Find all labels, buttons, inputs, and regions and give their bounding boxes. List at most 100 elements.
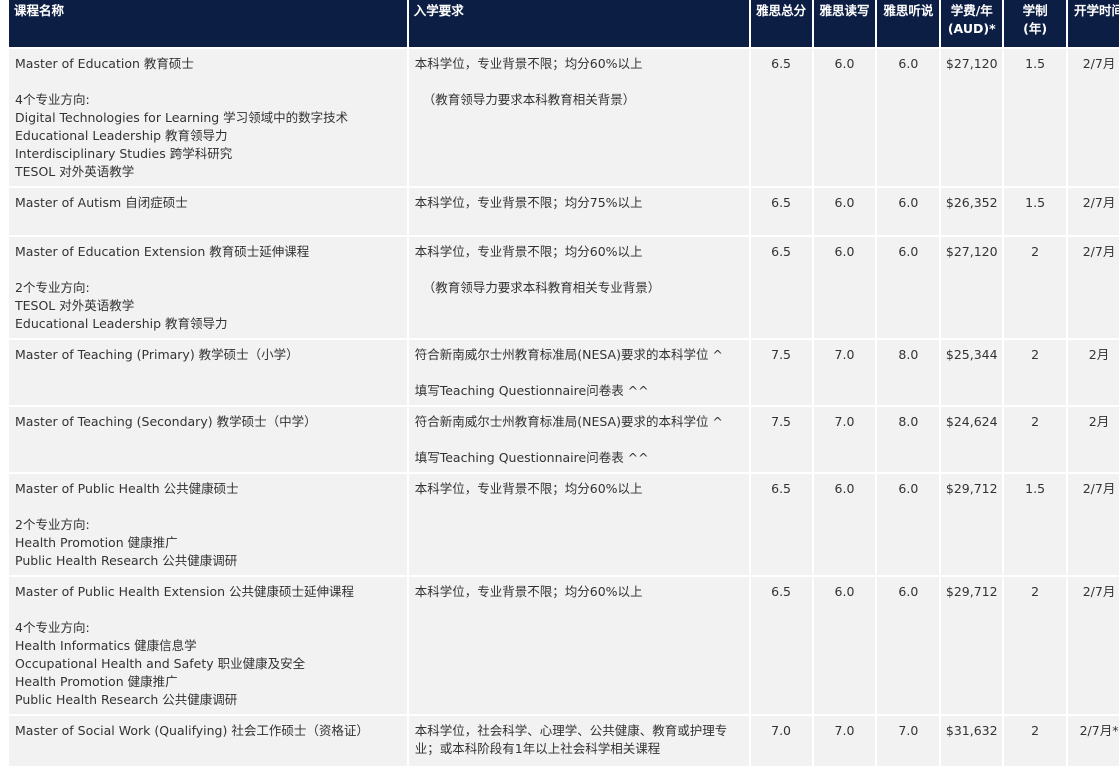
ielts-reading-writing-cell: 6.0 (813, 235, 876, 338)
specialization-label: 4个专业方向: (15, 620, 90, 635)
requirements-cell: 符合新南威尔士州教育标准局(NESA)要求的本科学位 ^ 填写Teaching Q… (408, 338, 749, 405)
specialization-item: Health Informatics 健康信息学 (15, 638, 197, 653)
specialization-item: Interdisciplinary Studies 跨学科研究 (15, 146, 233, 161)
ielts-listening-speaking-cell: 6.0 (877, 186, 940, 235)
duration-cell: 2 (1004, 338, 1067, 405)
table-row: Master of Social Work (Qualifying) 社会工作硕… (9, 714, 1119, 766)
tuition-cell: $26,352 (941, 186, 1003, 235)
table-row: Master of Public Health Extension 公共健康硕士… (9, 575, 1119, 714)
specialization-item: Health Promotion 健康推广 (15, 674, 178, 689)
ielts-reading-writing-cell: 6.0 (813, 472, 876, 575)
specialization-label: 4个专业方向: (15, 92, 90, 107)
specialization-item: Public Health Research 公共健康调研 (15, 553, 238, 568)
table-row: Master of Public Health 公共健康硕士 2个专业方向: Hea… (9, 472, 1119, 575)
requirements-cell: 本科学位，专业背景不限；均分60%以上 (408, 575, 749, 714)
requirement-note: 填写Teaching Questionnaire问卷表 ^^ (414, 383, 649, 398)
duration-cell: 1.5 (1004, 186, 1067, 235)
duration-cell: 2 (1004, 714, 1067, 766)
course-name-cell: Master of Public Health Extension 公共健康硕士… (9, 575, 407, 714)
start-date-cell: 2/7月 (1068, 47, 1119, 186)
course-title: Master of Teaching (Primary) 教学硕士（小学） (15, 347, 299, 362)
requirement-main: 本科学位，专业背景不限；均分75%以上 (414, 195, 643, 210)
course-name-cell: Master of Teaching (Secondary) 教学硕士（中学） (9, 405, 407, 472)
start-date-cell: 2/7月* (1068, 714, 1119, 766)
requirements-cell: 本科学位，专业背景不限；均分60%以上 （教育领导力要求本科教育相关背景） (408, 47, 749, 186)
tuition-cell: $29,712 (941, 575, 1003, 714)
requirements-cell: 本科学位，专业背景不限；均分75%以上 (408, 186, 749, 235)
ielts-listening-speaking-cell: 6.0 (877, 47, 940, 186)
header-requirements: 入学要求 (408, 0, 749, 47)
ielts-total-cell: 6.5 (750, 472, 812, 575)
table-row: Master of Teaching (Primary) 教学硕士（小学） 符合新… (9, 338, 1119, 405)
course-title: Master of Social Work (Qualifying) 社会工作硕… (15, 723, 369, 738)
ielts-listening-speaking-cell: 6.0 (877, 575, 940, 714)
start-date-cell: 2/7月 (1068, 472, 1119, 575)
table-row: Master of Education Extension 教育硕士延伸课程 2个… (9, 235, 1119, 338)
specialization-item: TESOL 对外英语教学 (15, 164, 135, 179)
header-tuition-line1: 学费/年 (950, 3, 993, 18)
start-date-cell: 2/7月 (1068, 575, 1119, 714)
course-name-cell: Master of Autism 自闭症硕士 (9, 186, 407, 235)
requirement-main: 本科学位，社会科学、心理学、公共健康、教育或护理专业；或本科阶段有1年以上社会科… (414, 723, 728, 756)
requirement-main: 本科学位，专业背景不限；均分60%以上 (414, 56, 643, 71)
course-name-cell: Master of Public Health 公共健康硕士 2个专业方向: Hea… (9, 472, 407, 575)
course-title: Master of Teaching (Secondary) 教学硕士（中学） (15, 414, 317, 429)
course-title: Master of Public Health 公共健康硕士 (15, 481, 239, 496)
start-date-cell: 2月 (1068, 338, 1119, 405)
specialization-item: Public Health Research 公共健康调研 (15, 692, 238, 707)
ielts-listening-speaking-cell: 8.0 (877, 338, 940, 405)
requirement-main: 符合新南威尔士州教育标准局(NESA)要求的本科学位 ^ (414, 414, 723, 429)
duration-cell: 2 (1004, 575, 1067, 714)
header-ielts-listening-speaking: 雅思听说 (877, 0, 940, 47)
header-start-date: 开学时间 (1068, 0, 1119, 47)
specialization-label: 2个专业方向: (15, 280, 90, 295)
ielts-listening-speaking-cell: 6.0 (877, 472, 940, 575)
header-tuition: 学费/年 (AUD)* (941, 0, 1003, 47)
course-title: Master of Public Health Extension 公共健康硕士… (15, 584, 355, 599)
table-header-row: 课程名称 入学要求 雅思总分 雅思读写 雅思听说 学费/年 (AUD)* 学制 … (9, 0, 1119, 47)
ielts-listening-speaking-cell: 8.0 (877, 405, 940, 472)
requirements-cell: 本科学位，专业背景不限；均分60%以上 （教育领导力要求本科教育相关专业背景） (408, 235, 749, 338)
header-duration-line2: (年) (1023, 21, 1048, 36)
requirement-note: （教育领导力要求本科教育相关专业背景） (422, 280, 661, 295)
requirements-cell: 本科学位，社会科学、心理学、公共健康、教育或护理专业；或本科阶段有1年以上社会科… (408, 714, 749, 766)
tuition-cell: $25,344 (941, 338, 1003, 405)
ielts-total-cell: 6.5 (750, 47, 812, 186)
specialization-item: Educational Leadership 教育领导力 (15, 128, 228, 143)
ielts-reading-writing-cell: 7.0 (813, 405, 876, 472)
course-title: Master of Autism 自闭症硕士 (15, 195, 188, 210)
requirement-note: 填写Teaching Questionnaire问卷表 ^^ (414, 450, 649, 465)
tuition-cell: $27,120 (941, 235, 1003, 338)
specialization-item: Health Promotion 健康推广 (15, 535, 178, 550)
ielts-total-cell: 6.5 (750, 235, 812, 338)
requirements-cell: 符合新南威尔士州教育标准局(NESA)要求的本科学位 ^ 填写Teaching Q… (408, 405, 749, 472)
requirement-main: 本科学位，专业背景不限；均分60%以上 (414, 244, 643, 259)
header-ielts-total: 雅思总分 (750, 0, 812, 47)
specialization-item: Occupational Health and Safety 职业健康及安全 (15, 656, 306, 671)
requirements-cell: 本科学位，专业背景不限；均分60%以上 (408, 472, 749, 575)
course-title: Master of Education Extension 教育硕士延伸课程 (15, 244, 310, 259)
ielts-listening-speaking-cell: 7.0 (877, 714, 940, 766)
header-duration: 学制 (年) (1004, 0, 1067, 47)
tuition-cell: $31,632 (941, 714, 1003, 766)
course-name-cell: Master of Education 教育硕士 4个专业方向: Digital T… (9, 47, 407, 186)
ielts-total-cell: 7.0 (750, 714, 812, 766)
header-tuition-line2: (AUD)* (947, 21, 996, 36)
ielts-reading-writing-cell: 6.0 (813, 186, 876, 235)
specialization-item: Digital Technologies for Learning 学习领域中的… (15, 110, 349, 125)
specialization-label: 2个专业方向: (15, 517, 90, 532)
start-date-cell: 2/7月 (1068, 235, 1119, 338)
course-name-cell: Master of Social Work (Qualifying) 社会工作硕… (9, 714, 407, 766)
duration-cell: 1.5 (1004, 47, 1067, 186)
duration-cell: 1.5 (1004, 472, 1067, 575)
requirement-main: 本科学位，专业背景不限；均分60%以上 (414, 584, 643, 599)
duration-cell: 2 (1004, 235, 1067, 338)
header-ielts-reading-writing: 雅思读写 (813, 0, 876, 47)
